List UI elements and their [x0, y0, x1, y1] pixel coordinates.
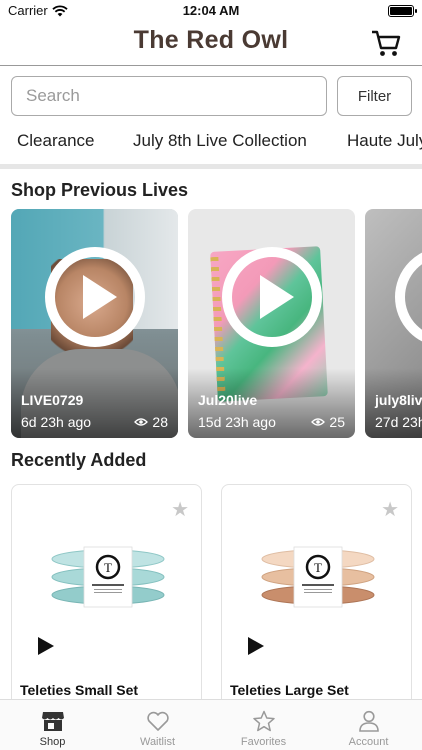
play-icon[interactable] — [222, 247, 322, 347]
store-icon — [42, 712, 64, 731]
category-strip: Clearance July 8th Live Collection Haute… — [0, 122, 422, 160]
tab-favorites[interactable]: Favorites — [211, 700, 316, 750]
play-icon[interactable] — [38, 637, 54, 655]
live-age: 27d 23h — [375, 414, 422, 430]
section-title-previous-lives: Shop Previous Lives — [11, 180, 189, 200]
live-card[interactable]: LIVE0729 6d 23h ago 28 — [11, 209, 178, 438]
search-row: Filter — [11, 76, 412, 116]
page-title: The Red Owl — [133, 26, 289, 54]
product-image: T — [261, 546, 375, 608]
live-age: 15d 23h ago — [198, 414, 276, 430]
product-image: T — [51, 546, 165, 608]
product-card[interactable]: ★ T Teleties Small Set — [11, 484, 202, 700]
favorite-star-icon[interactable]: ★ — [171, 497, 189, 522]
view-count: 28 — [134, 414, 168, 430]
product-name: Teleties Large Set — [230, 682, 349, 698]
person-icon — [359, 710, 379, 732]
battery-icon — [388, 5, 417, 17]
category-july-8th-live[interactable]: July 8th Live Collection — [133, 131, 307, 151]
tab-waitlist[interactable]: Waitlist — [105, 700, 210, 750]
favorite-star-icon[interactable]: ★ — [381, 497, 399, 522]
eye-icon — [311, 418, 326, 426]
live-name: Jul20live — [198, 392, 258, 408]
view-count-value: 28 — [152, 414, 168, 430]
section-title-recently-added: Recently Added — [11, 450, 147, 470]
play-icon[interactable] — [248, 637, 264, 655]
svg-text:T: T — [104, 560, 112, 575]
star-icon — [253, 710, 275, 732]
cart-icon[interactable] — [370, 28, 402, 58]
filter-button[interactable]: Filter — [337, 76, 412, 116]
clock: 12:04 AM — [182, 3, 240, 18]
live-age: 6d 23h ago — [21, 414, 92, 430]
view-count: 25 — [311, 414, 345, 430]
heart-icon — [147, 711, 169, 731]
svg-text:T: T — [314, 560, 322, 575]
category-haute-july[interactable]: Haute July — [347, 131, 422, 151]
tab-label: Favorites — [240, 736, 287, 748]
category-clearance[interactable]: Clearance — [17, 131, 95, 151]
tab-label: Shop — [39, 736, 66, 748]
tab-label: Account — [348, 736, 389, 748]
status-bar: Carrier 12:04 AM — [0, 0, 422, 22]
search-input[interactable] — [11, 76, 327, 116]
product-name: Teleties Small Set — [20, 682, 139, 698]
live-name: july8live — [375, 392, 422, 408]
recently-added-list: ★ T Teleties Small Set ★ T Teleties Larg… — [0, 484, 422, 700]
tab-label: Waitlist — [139, 736, 176, 748]
divider — [0, 164, 422, 169]
play-icon[interactable] — [395, 247, 422, 347]
live-name: LIVE0729 — [21, 392, 84, 408]
previous-lives-carousel: LIVE0729 6d 23h ago 28 Jul20live 15d 23h… — [0, 209, 422, 439]
product-card[interactable]: ★ T Teleties Large Set — [221, 484, 412, 700]
eye-icon — [134, 418, 149, 426]
view-count-value: 25 — [329, 414, 345, 430]
live-card[interactable]: july8live 27d 23h — [365, 209, 422, 438]
live-card[interactable]: Jul20live 15d 23h ago 25 — [188, 209, 355, 438]
tab-account[interactable]: Account — [316, 700, 421, 750]
tab-shop[interactable]: Shop — [0, 700, 105, 750]
tab-bar: Shop Waitlist Favorites Account — [0, 699, 422, 750]
app-header: The Red Owl — [0, 22, 422, 66]
play-icon[interactable] — [45, 247, 145, 347]
